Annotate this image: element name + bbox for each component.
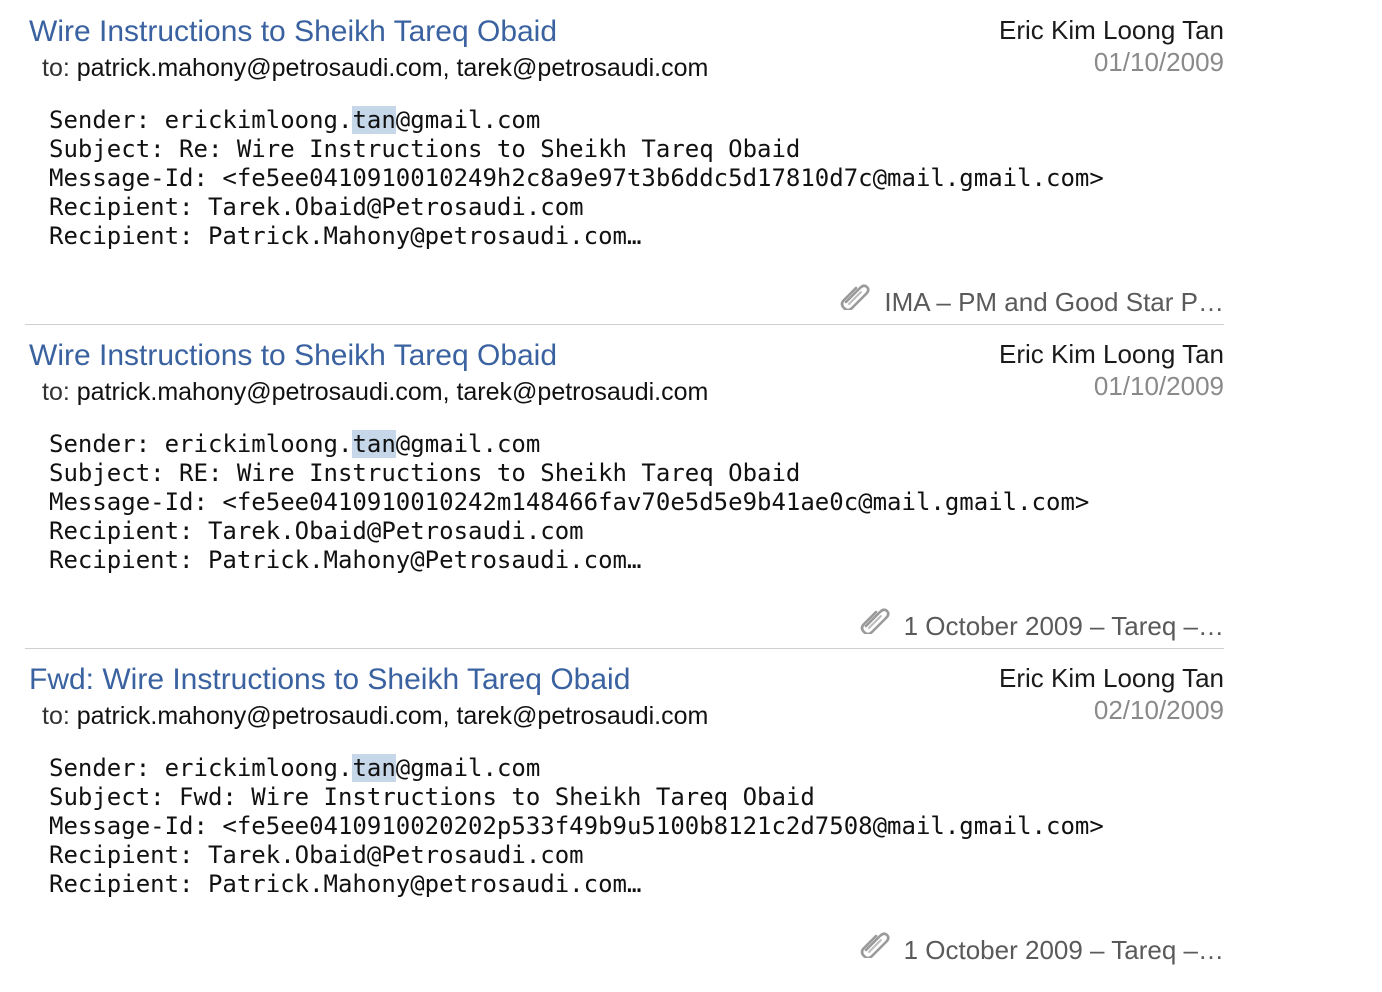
- to-addresses: patrick.mahony@petrosaudi.com, tarek@pet…: [76, 702, 709, 730]
- email-subject-link[interactable]: Fwd: Wire Instructions to Sheikh Tareq O…: [29, 662, 630, 698]
- subject-header: Subject: Re: Wire Instructions to Sheikh…: [49, 135, 801, 163]
- sender-prefix: Sender: erickimloong.: [49, 106, 353, 134]
- sender-header: Sender: erickimloong.tan@gmail.com: [49, 106, 1104, 135]
- attachment-name: 1 October 2009 – Tareq –…: [903, 611, 1224, 641]
- email-recipients-line: to: patrick.mahony@petrosaudi.com, tarek…: [42, 52, 708, 84]
- email-result[interactable]: Wire Instructions to Sheikh Tareq Obaid …: [0, 324, 1382, 649]
- sender-header: Sender: erickimloong.tan@gmail.com: [49, 430, 1089, 459]
- email-result[interactable]: Fwd: Wire Instructions to Sheikh Tareq O…: [0, 648, 1382, 972]
- attachment-name: 1 October 2009 – Tareq –…: [903, 935, 1224, 965]
- recipient-header: Recipient: Tarek.Obaid@Petrosaudi.com: [49, 517, 584, 545]
- email-date: 01/10/2009: [1093, 47, 1224, 77]
- attachment-name: IMA – PM and Good Star P…: [884, 287, 1224, 317]
- recipient-header: Recipient: Patrick.Mahony@Petrosaudi.com…: [49, 546, 642, 574]
- to-label: to:: [42, 378, 70, 406]
- to-label: to:: [42, 54, 70, 82]
- paperclip-icon: [841, 284, 870, 310]
- email-sender-name: Eric Kim Loong Tan: [999, 339, 1224, 369]
- attachment-link[interactable]: IMA – PM and Good Star P…: [840, 284, 1224, 320]
- paperclip-icon: [860, 608, 890, 634]
- email-sender-name: Eric Kim Loong Tan: [999, 663, 1224, 693]
- subject-header: Subject: RE: Wire Instructions to Sheikh…: [49, 459, 801, 487]
- sender-suffix: @gmail.com: [395, 430, 541, 458]
- sender-prefix: Sender: erickimloong.: [49, 754, 353, 782]
- email-recipients-line: to: patrick.mahony@petrosaudi.com, tarek…: [42, 700, 708, 732]
- attachment-link[interactable]: 1 October 2009 – Tareq –…: [860, 932, 1224, 968]
- recipient-header: Recipient: Tarek.Obaid@Petrosaudi.com: [49, 193, 584, 221]
- recipient-header: Recipient: Tarek.Obaid@Petrosaudi.com: [49, 841, 584, 869]
- to-addresses: patrick.mahony@petrosaudi.com, tarek@pet…: [76, 54, 709, 82]
- to-addresses: patrick.mahony@petrosaudi.com, tarek@pet…: [76, 378, 709, 406]
- email-date: 01/10/2009: [1093, 371, 1224, 401]
- email-headers-snippet: Sender: erickimloong.tan@gmail.com Subje…: [49, 106, 1104, 251]
- email-date: 02/10/2009: [1093, 695, 1224, 725]
- recipient-header: Recipient: Patrick.Mahony@petrosaudi.com…: [49, 222, 642, 250]
- sender-prefix: Sender: erickimloong.: [49, 430, 353, 458]
- email-headers-snippet: Sender: erickimloong.tan@gmail.com Subje…: [49, 430, 1089, 575]
- email-headers-snippet: Sender: erickimloong.tan@gmail.com Subje…: [49, 754, 1104, 899]
- sender-suffix: @gmail.com: [395, 106, 541, 134]
- recipient-header: Recipient: Patrick.Mahony@petrosaudi.com…: [49, 870, 642, 898]
- email-sender-name: Eric Kim Loong Tan: [999, 15, 1224, 45]
- message-id-header: Message-Id: <fe5ee0410910010249h2c8a9e97…: [49, 164, 1104, 192]
- to-label: to:: [42, 702, 70, 730]
- email-recipients-line: to: patrick.mahony@petrosaudi.com, tarek…: [42, 376, 708, 408]
- subject-header: Subject: Fwd: Wire Instructions to Sheik…: [49, 783, 815, 811]
- search-term-highlight: tan: [352, 106, 396, 134]
- email-subject-link[interactable]: Wire Instructions to Sheikh Tareq Obaid: [29, 14, 557, 50]
- attachment-link[interactable]: 1 October 2009 – Tareq –…: [860, 608, 1224, 644]
- sender-suffix: @gmail.com: [395, 754, 541, 782]
- paperclip-icon: [860, 932, 890, 958]
- sender-header: Sender: erickimloong.tan@gmail.com: [49, 754, 1104, 783]
- search-term-highlight: tan: [352, 754, 396, 782]
- email-subject-link[interactable]: Wire Instructions to Sheikh Tareq Obaid: [29, 338, 557, 374]
- message-id-header: Message-Id: <fe5ee0410910010242m148466fa…: [49, 488, 1090, 516]
- message-id-header: Message-Id: <fe5ee0410910020202p533f49b9…: [49, 812, 1104, 840]
- search-term-highlight: tan: [352, 430, 396, 458]
- email-result[interactable]: Wire Instructions to Sheikh Tareq Obaid …: [0, 0, 1382, 325]
